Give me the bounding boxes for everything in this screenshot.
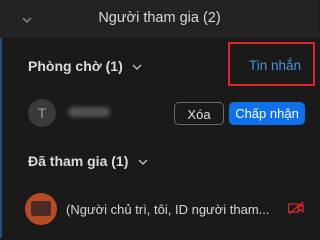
chevron-down-icon bbox=[129, 60, 142, 74]
chevron-down-icon bbox=[134, 155, 148, 169]
avatar bbox=[25, 193, 57, 225]
avatar: T bbox=[28, 99, 56, 127]
video-off-icon[interactable] bbox=[287, 201, 305, 215]
avatar-image bbox=[31, 201, 51, 216]
admit-button[interactable]: Chấp nhận bbox=[229, 102, 305, 125]
waiting-room-section[interactable]: Phòng chờ (1) bbox=[28, 58, 142, 74]
participants-title: Người tham gia (2) bbox=[98, 10, 221, 26]
host-participant-label: (Người chủ trì, tôi, ID người tham... bbox=[66, 202, 270, 217]
attendee-name-redacted bbox=[68, 107, 110, 117]
highlight-box bbox=[228, 42, 315, 86]
joined-section[interactable]: Đã tham gia (1) bbox=[28, 153, 148, 169]
waiting-room-title: Phòng chờ (1) bbox=[28, 58, 123, 74]
remove-button[interactable]: Xóa bbox=[174, 102, 224, 125]
participants-header: Người tham gia (2) bbox=[0, 0, 319, 38]
joined-title: Đã tham gia (1) bbox=[28, 153, 129, 169]
